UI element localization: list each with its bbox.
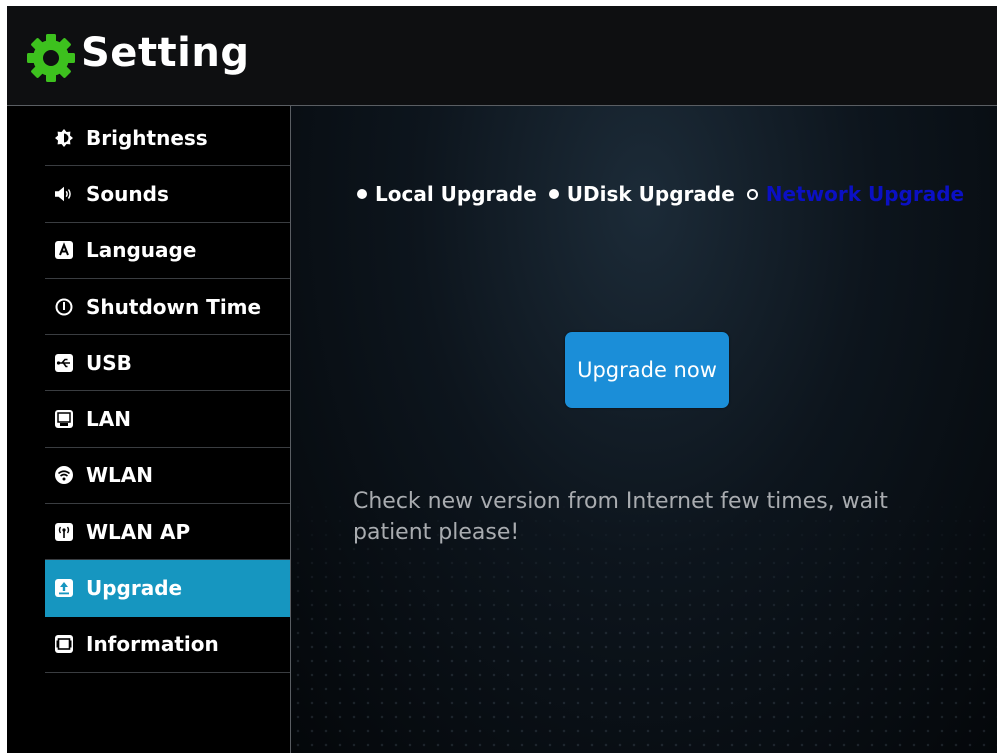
radio-bullet-icon [548,189,559,199]
sidebar: Brightness Sounds Language Shutdown Time… [7,106,291,753]
radio-bullet-icon [746,188,758,200]
brightness-icon [55,128,73,147]
usb-icon [55,353,73,372]
sidebar-item-lan[interactable]: LAN [45,391,290,448]
sidebar-item-wlan[interactable]: WLAN [45,448,290,505]
power-icon [55,298,73,316]
sidebar-item-wlan-ap[interactable]: WLAN AP [45,504,290,561]
upgrade-panel: Local Upgrade UDisk Upgrade Network Upgr… [291,106,997,753]
sidebar-item-label: WLAN AP [86,519,191,544]
header: Setting [7,6,997,106]
tab-udisk-upgrade[interactable]: UDisk Upgrade [548,182,735,206]
information-icon [55,635,73,654]
wifi-icon [55,466,73,485]
upgrade-now-button[interactable]: Upgrade now [565,332,729,408]
language-icon [55,241,73,260]
sidebar-item-information[interactable]: Information [45,617,290,673]
sidebar-menu: Brightness Sounds Language Shutdown Time… [45,110,290,673]
sidebar-item-language[interactable]: Language [45,223,290,279]
tab-label: Network Upgrade [765,182,965,206]
sidebar-item-label: USB [86,350,132,375]
tab-local-upgrade[interactable]: Local Upgrade [357,182,537,206]
sidebar-item-usb[interactable]: USB [45,335,290,392]
radio-bullet-icon [357,189,367,199]
sidebar-item-brightness[interactable]: Brightness [45,110,290,167]
tab-network-upgrade[interactable]: Network Upgrade [746,182,965,206]
upgrade-icon [55,579,73,598]
hotspot-icon [55,522,73,541]
sidebar-item-label: Sounds [86,181,169,206]
upgrade-tabs: Local Upgrade UDisk Upgrade Network Upgr… [357,182,976,206]
page-title: Setting [81,30,250,76]
lan-icon [55,410,73,429]
sidebar-item-upgrade[interactable]: Upgrade [45,560,290,617]
gear-icon [27,34,75,82]
sidebar-item-label: LAN [86,407,131,432]
sidebar-item-label: WLAN [86,463,154,488]
sidebar-item-label: Brightness [86,125,208,150]
settings-screen: Setting Brightness Sounds Language Shutd… [7,6,997,753]
tab-label: Local Upgrade [375,182,537,206]
sidebar-item-label: Information [86,632,219,657]
sidebar-item-sounds[interactable]: Sounds [45,166,290,223]
speaker-icon [55,185,73,203]
sidebar-item-label: Shutdown Time [86,294,262,319]
tab-label: UDisk Upgrade [566,182,735,206]
sidebar-item-label: Upgrade [86,576,183,601]
status-message: Check new version from Internet few time… [353,489,888,545]
sidebar-item-label: Language [86,238,197,263]
sidebar-item-shutdown-time[interactable]: Shutdown Time [45,279,290,336]
